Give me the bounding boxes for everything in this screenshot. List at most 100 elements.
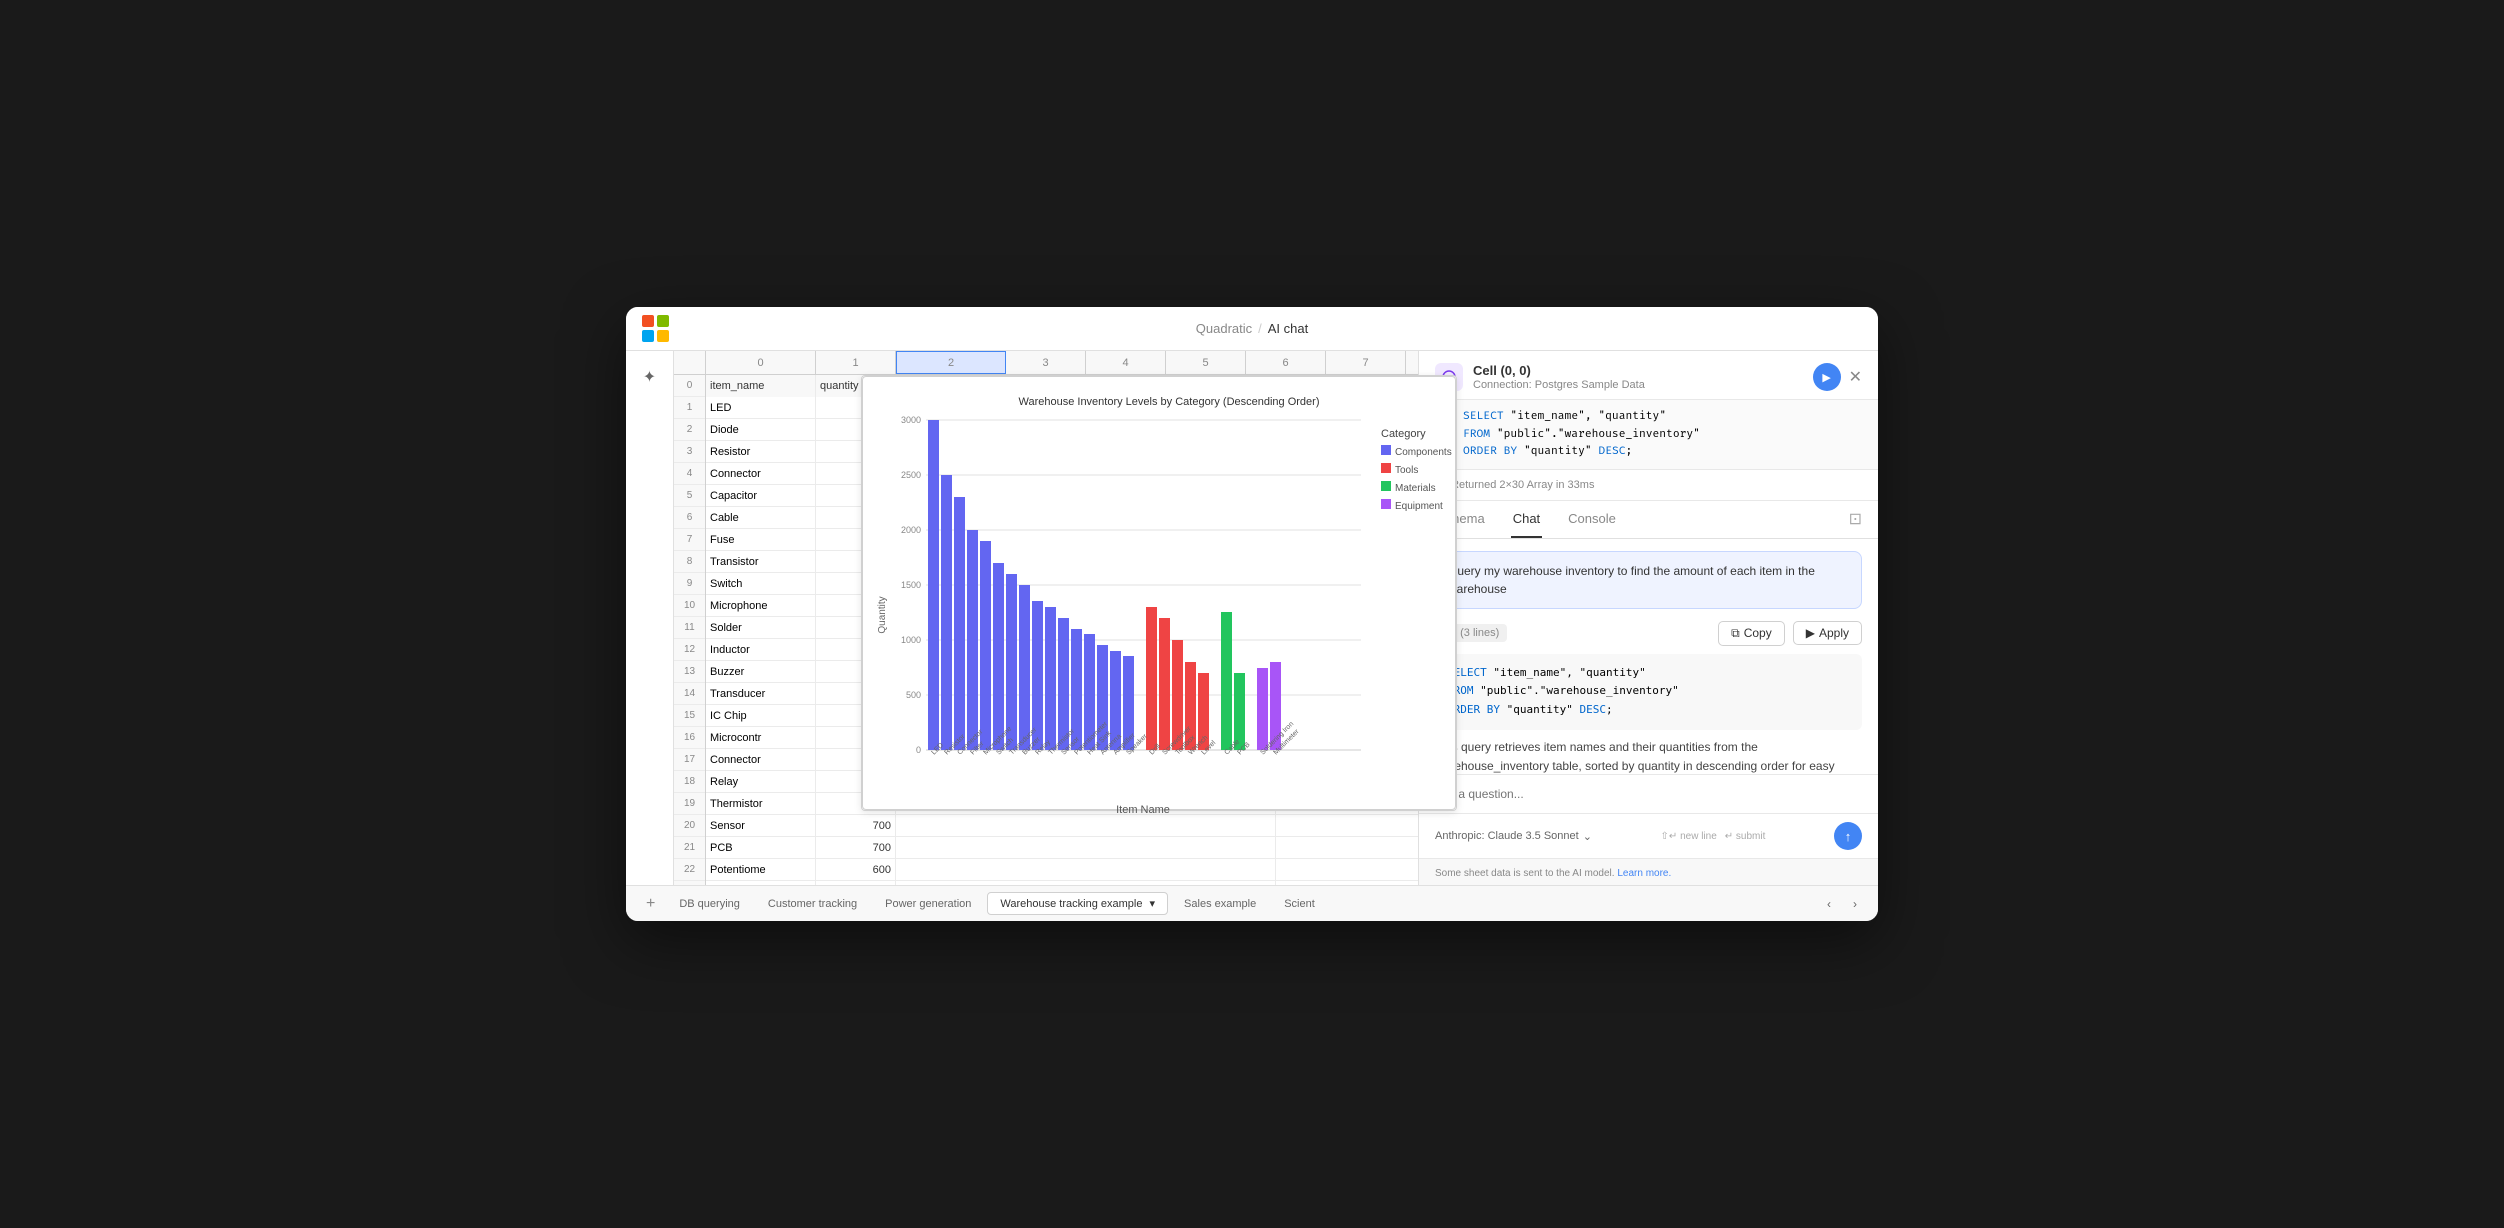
expand-icon[interactable]: ⊡ (1849, 509, 1862, 529)
apply-button[interactable]: ▶ Apply (1793, 621, 1862, 645)
tab-console[interactable]: Console (1566, 500, 1618, 538)
cell-name[interactable]: Transistor (706, 551, 816, 573)
cell-name[interactable]: Connector (706, 749, 816, 771)
row-header-spacer (674, 351, 706, 374)
add-sheet-button[interactable]: + (638, 895, 663, 913)
code-response-header: sql (3 lines) ⧉ Copy ▶ Apply (1435, 621, 1862, 646)
cell-qty[interactable]: 600 (816, 859, 896, 881)
sheet-tab-sales-example[interactable]: Sales example (1172, 894, 1268, 914)
table-row: Potentiome600 (706, 859, 1418, 881)
row-num-17: 17 (674, 749, 705, 771)
col-header-6[interactable]: 6 (1246, 351, 1326, 374)
row-num-4: 4 (674, 463, 705, 485)
cell-name[interactable]: Relay (706, 771, 816, 793)
cell-info-actions: ▶ ✕ (1813, 363, 1862, 391)
svg-text:Category: Category (1381, 428, 1426, 440)
sql-line-2: 2 FROM "public"."warehouse_inventory" (1435, 426, 1862, 444)
app-window: Quadratic / AI chat ✦ 0 1 2 3 4 5 6 7 8 (626, 307, 1878, 921)
row-numbers: 0 1 2 3 4 5 6 7 8 9 10 11 12 13 14 15 16 (674, 375, 706, 885)
cell-0-0[interactable]: item_name (706, 375, 816, 397)
sheet-tab-db-querying[interactable]: DB querying (667, 894, 752, 914)
close-button[interactable]: ✕ (1849, 367, 1862, 387)
cell-name[interactable]: Inductor (706, 639, 816, 661)
col-header-2[interactable]: 2 (896, 351, 1006, 374)
nav-prev-button[interactable]: ‹ (1818, 893, 1840, 915)
cell-name[interactable]: Microcontr (706, 727, 816, 749)
col-header-0[interactable]: 0 (706, 351, 816, 374)
bar-filter (967, 530, 978, 750)
sheet-tab-customer-tracking[interactable]: Customer tracking (756, 894, 869, 914)
sql-content-1: SELECT "item_name", "quantity" (1463, 408, 1666, 426)
desc-keyword: DESC (1598, 445, 1625, 458)
cell-name[interactable]: Microphone (706, 595, 816, 617)
cell-name[interactable]: PCB (706, 837, 816, 859)
col-header-1[interactable]: 1 (816, 351, 896, 374)
row-num-3: 3 (674, 441, 705, 463)
sheet-tab-power-generation[interactable]: Power generation (873, 894, 983, 914)
sheet-tab-scient[interactable]: Scient (1272, 894, 1327, 914)
svg-text:Item Name: Item Name (1116, 804, 1170, 816)
col-header-4[interactable]: 4 (1086, 351, 1166, 374)
cell-name[interactable]: Fuse (706, 529, 816, 551)
cell-name[interactable]: Sensor (706, 815, 816, 837)
cell-name[interactable]: Cable (706, 507, 816, 529)
title-main: AI chat (1268, 321, 1308, 336)
cell-name[interactable]: Diode (706, 419, 816, 441)
code-snippet: SELECT "item_name", "quantity" FROM "pub… (1435, 654, 1862, 730)
col-header-5[interactable]: 5 (1166, 351, 1246, 374)
col-header-3[interactable]: 3 (1006, 351, 1086, 374)
cell-name[interactable]: Capacitor (706, 485, 816, 507)
col-header-7[interactable]: 7 (1326, 351, 1406, 374)
cell-name[interactable]: Buzzer (706, 661, 816, 683)
col-header-8[interactable]: 8 (1406, 351, 1418, 374)
svg-text:Components: Components (1395, 447, 1452, 458)
svg-text:1000: 1000 (901, 635, 921, 645)
copy-icon: ⧉ (1731, 626, 1740, 641)
cell-name[interactable]: Switch (706, 573, 816, 595)
cell-name[interactable]: Potentiome (706, 859, 816, 881)
run-button[interactable]: ▶ (1813, 363, 1841, 391)
cell-qty[interactable]: 700 (816, 837, 896, 859)
row-num-21: 21 (674, 837, 705, 859)
status-bar: Some sheet data is sent to the AI model.… (1419, 858, 1878, 885)
cell-name[interactable]: Connector (706, 463, 816, 485)
chat-input[interactable] (1435, 787, 1862, 801)
title-text: Quadratic / AI chat (1196, 321, 1308, 336)
cell-name[interactable]: Thermistor (706, 793, 816, 815)
learn-more-link[interactable]: Learn more. (1617, 868, 1671, 879)
svg-text:500: 500 (906, 690, 921, 700)
status-message: Some sheet data is sent to the AI model. (1435, 868, 1615, 879)
copy-button[interactable]: ⧉ Copy (1718, 621, 1785, 646)
bar-cable (1221, 612, 1232, 750)
send-button[interactable]: ↑ (1834, 822, 1862, 850)
cell-name[interactable]: IC Chip (706, 705, 816, 727)
cell-name[interactable]: Solder (706, 617, 816, 639)
chart-container: Warehouse Inventory Levels by Category (… (862, 376, 1456, 810)
chat-input-area (1419, 774, 1878, 813)
tab-chat[interactable]: Chat (1511, 500, 1542, 538)
cell-ref: Cell (0, 0) (1473, 363, 1803, 378)
model-name: Anthropic: Claude 3.5 Sonnet (1435, 830, 1579, 842)
bottom-tabs: + DB querying Customer tracking Power ge… (626, 885, 1878, 921)
svg-text:Quantity: Quantity (877, 596, 888, 633)
row-num-6: 6 (674, 507, 705, 529)
play-icon: ▶ (1806, 626, 1815, 640)
cell-name[interactable]: Transducer (706, 683, 816, 705)
returned-info: ↪ Returned 2×30 Array in 33ms (1419, 470, 1878, 501)
snippet-line-1: SELECT "item_name", "quantity" (1447, 664, 1850, 683)
ai-description: This query retrieves item names and thei… (1435, 738, 1862, 774)
nav-arrows: ‹ › (1818, 893, 1866, 915)
cell-name[interactable]: Resistor (706, 441, 816, 463)
code-actions: ⧉ Copy ▶ Apply (1718, 621, 1862, 646)
cell-name[interactable]: LED (706, 397, 816, 419)
svg-text:0: 0 (916, 745, 921, 755)
sheet-tab-warehouse-tracking[interactable]: Warehouse tracking example ▾ (987, 892, 1168, 915)
nav-next-button[interactable]: › (1844, 893, 1866, 915)
bar-connector1 (954, 497, 965, 750)
bar-microphone (980, 541, 991, 750)
row-num-22: 22 (674, 859, 705, 881)
row-num-16: 16 (674, 727, 705, 749)
model-selector[interactable]: Anthropic: Claude 3.5 Sonnet ⌄ (1435, 830, 1592, 843)
row-num-15: 15 (674, 705, 705, 727)
ai-sparkle-button[interactable]: ✦ (632, 359, 668, 395)
